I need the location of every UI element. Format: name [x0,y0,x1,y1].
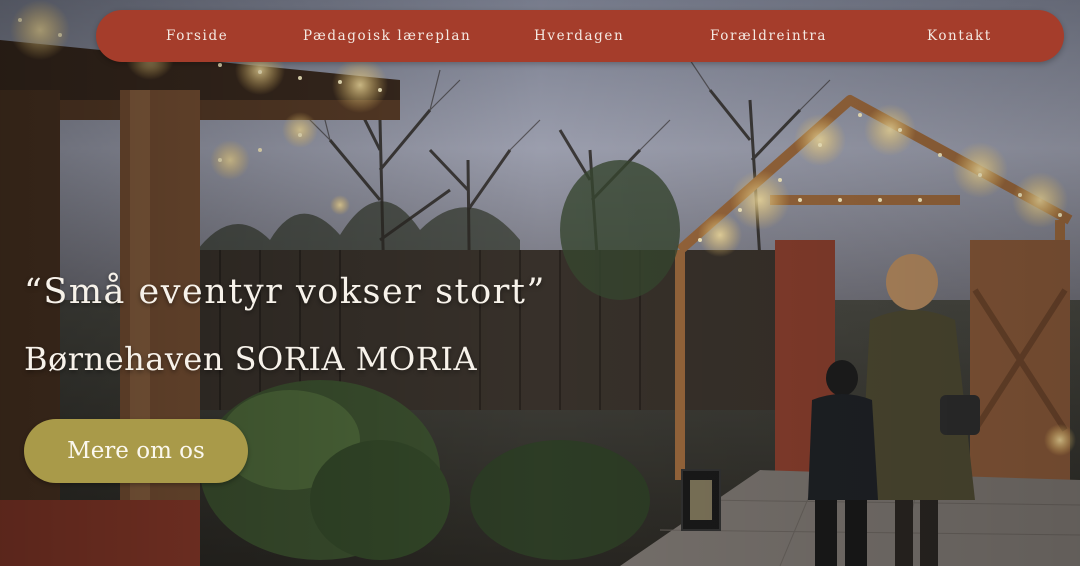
nav-item-foraeldreintra[interactable]: Forældreintra [710,10,827,62]
hero-quote: “Små eventyr vokser stort” [24,272,546,312]
nav-item-hverdagen[interactable]: Hverdagen [534,10,624,62]
main-navigation: Forside Pædagoisk læreplan Hverdagen For… [96,10,1064,62]
hero-subtitle: Børnehaven SORIA MORIA [24,340,478,378]
hero-section: Forside Pædagoisk læreplan Hverdagen For… [0,0,1080,566]
more-about-us-button[interactable]: Mere om os [24,419,248,483]
nav-item-kontakt[interactable]: Kontakt [927,10,992,62]
nav-item-forside[interactable]: Forside [166,10,228,62]
nav-item-paedagogisk-laereplan[interactable]: Pædagoisk læreplan [303,10,471,62]
